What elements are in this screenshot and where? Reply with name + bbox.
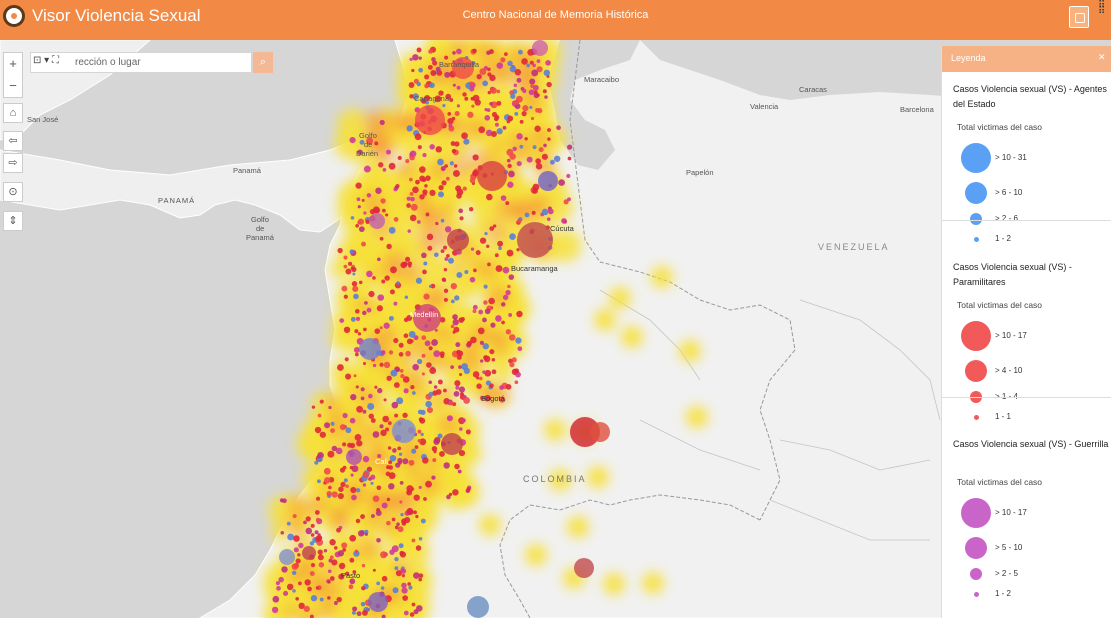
legend-symbol	[973, 236, 979, 242]
search-bar: ⊡ ▾ ⛶	[30, 52, 252, 73]
legend-class-label: 1 - 1	[995, 412, 1012, 421]
home-icon[interactable]: ⌂	[3, 103, 23, 123]
label-papelon: Papelón	[686, 168, 714, 177]
label-panama-city: Panamá	[233, 166, 261, 175]
legend-section-subtitle: Total victimas del caso	[957, 477, 1043, 487]
label-maracaibo: Maracaibo	[584, 75, 620, 84]
label-golfo-darien-2: de	[364, 140, 373, 149]
legend-class-label: > 10 - 17	[995, 331, 1027, 340]
legend-class-label: > 2 - 5	[995, 569, 1018, 578]
locate-icon[interactable]: ⊙	[3, 182, 23, 202]
legend-symbol	[965, 537, 987, 559]
label-barranquilla: Barranquilla	[439, 60, 480, 69]
label-cucuta: Cúcuta	[550, 224, 574, 233]
search-input[interactable]	[75, 54, 251, 71]
label-valencia: Valencia	[750, 102, 779, 111]
label-caracas: Caracas	[799, 85, 827, 94]
zoom-in-button[interactable]: +	[4, 53, 22, 75]
app-header: Visor Violencia Sexual Centro Nacional d…	[0, 0, 1111, 40]
legend-class-label: > 10 - 31	[995, 153, 1027, 162]
search-icon[interactable]: ⌕	[253, 52, 273, 73]
layers-icon[interactable]	[1069, 6, 1089, 28]
label-venezuela: VENEZUELA	[818, 242, 890, 252]
label-barcelona: Barcelona	[900, 105, 934, 114]
label-golfo-darien-3: Darién	[356, 149, 379, 158]
org-title: Centro Nacional de Memoria Histórica	[462, 9, 649, 21]
legend-class-label: > 4 - 10	[995, 366, 1023, 375]
legend-symbol	[973, 591, 979, 597]
legend-header: Leyenda ✕	[942, 46, 1111, 72]
legend-class-label: > 2 - 6	[995, 214, 1018, 223]
legend-section-subtitle: Total victimas del caso	[957, 122, 1043, 132]
legend-symbol	[961, 321, 991, 351]
legend-class-label: > 5 - 10	[995, 543, 1023, 552]
label-bogota: Bogotá	[481, 394, 505, 403]
legend-symbol	[970, 568, 982, 580]
label-golfo-panama-1: Golfo	[251, 215, 269, 224]
legend-symbol	[965, 182, 987, 204]
label-golfo-panama-3: Panamá	[246, 233, 274, 242]
legend-class-label: > 10 - 17	[995, 508, 1027, 517]
search-source-icon[interactable]: ⊡ ▾ ⛶	[33, 55, 59, 66]
label-medellin: Medellín	[410, 310, 439, 319]
legend-symbol	[965, 360, 987, 382]
compass-icon[interactable]: ⇕	[3, 211, 23, 231]
label-pasto: Pasto	[341, 571, 361, 580]
arrow-right-icon[interactable]: ⇨	[3, 153, 23, 173]
legend-symbol	[973, 414, 979, 420]
label-bucaramanga: Bucaramanga	[511, 264, 558, 273]
legend-section-subtitle: Total victimas del caso	[957, 300, 1043, 310]
label-golfo-panama-2: de	[256, 224, 265, 233]
legend-class-label: 1 - 2	[995, 589, 1012, 598]
label-colombia: COLOMBIA	[523, 474, 587, 484]
close-icon[interactable]: ✕	[1098, 52, 1106, 63]
legend-section-title: Casos Violencia sexual (VS) - Guerrilla	[953, 439, 1109, 449]
label-cartagena: Cartagena	[414, 94, 450, 103]
legend-title: Leyenda	[951, 53, 986, 63]
legend-symbol	[970, 213, 982, 225]
legend-symbol	[961, 143, 991, 173]
zoom-out-button[interactable]: −	[4, 75, 22, 97]
legend-class-label: > 6 - 10	[995, 188, 1023, 197]
zoom-control: + −	[3, 52, 23, 98]
label-golfo-darien-1: Golfo	[359, 131, 377, 140]
legend-class-label: 1 - 2	[995, 234, 1012, 243]
legend-panel: Leyenda ✕ Casos Violencia sexual (VS) - …	[941, 46, 1111, 618]
legend-section-title: Casos Violencia sexual (VS) - Paramilita…	[953, 262, 1072, 287]
legend-divider	[942, 397, 1111, 398]
label-cali: Cali	[375, 457, 388, 466]
legend-section-title: Casos Violencia sexual (VS) - Agentes de…	[953, 84, 1107, 109]
grid-menu-icon[interactable]: ⠿ ⠿	[1098, 1, 1110, 23]
arrow-left-icon[interactable]: ⇦	[3, 131, 23, 151]
label-san-jose: San José	[27, 115, 59, 124]
legend-divider	[942, 220, 1111, 221]
label-panama-country: PANAMÁ	[158, 196, 196, 205]
legend-symbol	[961, 498, 991, 528]
